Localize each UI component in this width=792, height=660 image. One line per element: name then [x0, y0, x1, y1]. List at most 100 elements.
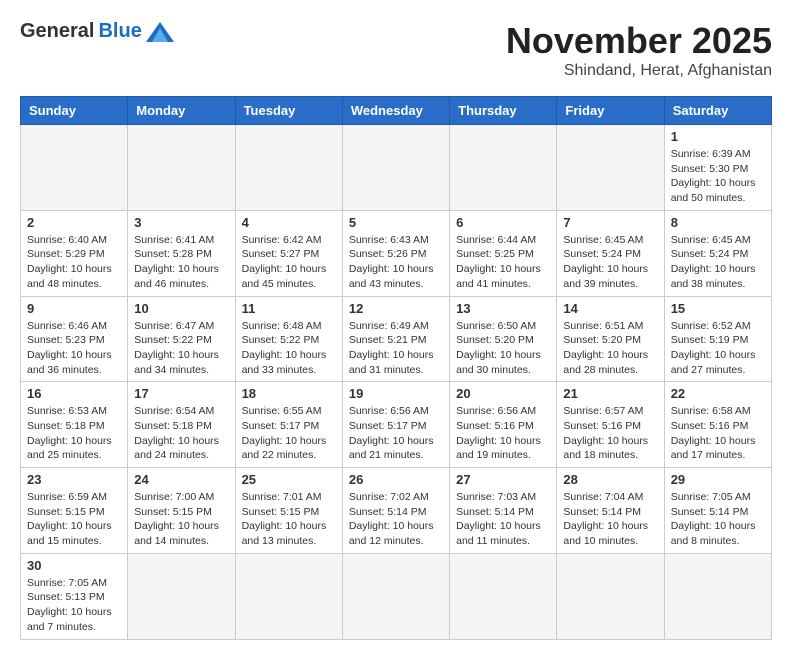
day-info: Sunrise: 7:01 AM Sunset: 5:15 PM Dayligh… [242, 490, 336, 549]
calendar-cell: 10 Sunrise: 6:47 AM Sunset: 5:22 PM Dayli… [128, 296, 235, 382]
day-info: Sunrise: 6:50 AM Sunset: 5:20 PM Dayligh… [456, 319, 550, 378]
day-number: 12 [349, 301, 443, 316]
day-info: Sunrise: 6:42 AM Sunset: 5:27 PM Dayligh… [242, 233, 336, 292]
calendar-cell [450, 553, 557, 639]
day-number: 26 [349, 472, 443, 487]
day-info: Sunrise: 7:05 AM Sunset: 5:14 PM Dayligh… [671, 490, 765, 549]
calendar-cell: 3 Sunrise: 6:41 AM Sunset: 5:28 PM Daylig… [128, 210, 235, 296]
title-block: November 2025 Shindand, Herat, Afghanist… [506, 20, 772, 80]
logo: General Blue [20, 20, 174, 43]
day-number: 24 [134, 472, 228, 487]
day-number: 9 [27, 301, 121, 316]
day-number: 15 [671, 301, 765, 316]
calendar-cell: 12Sunrise: 6:49 AM Sunset: 5:21 PM Dayli… [342, 296, 449, 382]
calendar-cell [21, 125, 128, 211]
calendar-cell: 1 Sunrise: 6:39 AM Sunset: 5:30 PM Daylig… [664, 125, 771, 211]
day-number: 8 [671, 215, 765, 230]
week-row-4: 16 Sunrise: 6:53 AM Sunset: 5:18 PM Dayli… [21, 382, 772, 468]
day-number: 6 [456, 215, 550, 230]
calendar-cell: 6 Sunrise: 6:44 AM Sunset: 5:25 PM Daylig… [450, 210, 557, 296]
calendar-table: SundayMondayTuesdayWednesdayThursdayFrid… [20, 96, 772, 640]
calendar-cell: 21Sunrise: 6:57 AM Sunset: 5:16 PM Dayli… [557, 382, 664, 468]
day-info: Sunrise: 6:51 AM Sunset: 5:20 PM Dayligh… [563, 319, 657, 378]
calendar-cell: 5Sunrise: 6:43 AM Sunset: 5:26 PM Daylig… [342, 210, 449, 296]
calendar-cell: 27 Sunrise: 7:03 AM Sunset: 5:14 PM Dayli… [450, 468, 557, 554]
day-info: Sunrise: 6:44 AM Sunset: 5:25 PM Dayligh… [456, 233, 550, 292]
day-number: 1 [671, 129, 765, 144]
day-header-sunday: Sunday [21, 97, 128, 125]
week-row-1: 1 Sunrise: 6:39 AM Sunset: 5:30 PM Daylig… [21, 125, 772, 211]
day-number: 3 [134, 215, 228, 230]
day-info: Sunrise: 6:46 AM Sunset: 5:23 PM Dayligh… [27, 319, 121, 378]
calendar-cell [342, 125, 449, 211]
day-info: Sunrise: 6:43 AM Sunset: 5:26 PM Dayligh… [349, 233, 443, 292]
calendar-cell: 4 Sunrise: 6:42 AM Sunset: 5:27 PM Daylig… [235, 210, 342, 296]
day-info: Sunrise: 6:52 AM Sunset: 5:19 PM Dayligh… [671, 319, 765, 378]
calendar-cell: 8 Sunrise: 6:45 AM Sunset: 5:24 PM Daylig… [664, 210, 771, 296]
calendar-cell: 2Sunrise: 6:40 AM Sunset: 5:29 PM Daylig… [21, 210, 128, 296]
day-number: 29 [671, 472, 765, 487]
day-info: Sunrise: 7:02 AM Sunset: 5:14 PM Dayligh… [349, 490, 443, 549]
calendar-cell [664, 553, 771, 639]
calendar-cell: 11 Sunrise: 6:48 AM Sunset: 5:22 PM Dayli… [235, 296, 342, 382]
day-info: Sunrise: 6:41 AM Sunset: 5:28 PM Dayligh… [134, 233, 228, 292]
day-number: 17 [134, 386, 228, 401]
calendar-cell: 19 Sunrise: 6:56 AM Sunset: 5:17 PM Dayli… [342, 382, 449, 468]
day-number: 16 [27, 386, 121, 401]
day-info: Sunrise: 6:53 AM Sunset: 5:18 PM Dayligh… [27, 404, 121, 463]
week-row-5: 23 Sunrise: 6:59 AM Sunset: 5:15 PM Dayli… [21, 468, 772, 554]
day-info: Sunrise: 6:57 AM Sunset: 5:16 PM Dayligh… [563, 404, 657, 463]
day-info: Sunrise: 6:39 AM Sunset: 5:30 PM Dayligh… [671, 147, 765, 206]
calendar-cell: 29 Sunrise: 7:05 AM Sunset: 5:14 PM Dayli… [664, 468, 771, 554]
calendar-cell: 17 Sunrise: 6:54 AM Sunset: 5:18 PM Dayli… [128, 382, 235, 468]
day-info: Sunrise: 6:56 AM Sunset: 5:17 PM Dayligh… [349, 404, 443, 463]
calendar-cell [342, 553, 449, 639]
calendar-cell: 13 Sunrise: 6:50 AM Sunset: 5:20 PM Dayli… [450, 296, 557, 382]
calendar-header-row: SundayMondayTuesdayWednesdayThursdayFrid… [21, 97, 772, 125]
week-row-6: 30Sunrise: 7:05 AM Sunset: 5:13 PM Dayli… [21, 553, 772, 639]
day-info: Sunrise: 6:45 AM Sunset: 5:24 PM Dayligh… [563, 233, 657, 292]
day-number: 4 [242, 215, 336, 230]
day-number: 18 [242, 386, 336, 401]
calendar-cell: 22Sunrise: 6:58 AM Sunset: 5:16 PM Dayli… [664, 382, 771, 468]
day-number: 11 [242, 301, 336, 316]
calendar-cell [235, 125, 342, 211]
day-info: Sunrise: 6:40 AM Sunset: 5:29 PM Dayligh… [27, 233, 121, 292]
calendar-cell: 20 Sunrise: 6:56 AM Sunset: 5:16 PM Dayli… [450, 382, 557, 468]
day-number: 30 [27, 558, 121, 573]
day-number: 14 [563, 301, 657, 316]
day-number: 28 [563, 472, 657, 487]
day-info: Sunrise: 7:03 AM Sunset: 5:14 PM Dayligh… [456, 490, 550, 549]
day-number: 25 [242, 472, 336, 487]
logo-blue-text: Blue [98, 20, 141, 43]
day-info: Sunrise: 6:45 AM Sunset: 5:24 PM Dayligh… [671, 233, 765, 292]
day-number: 27 [456, 472, 550, 487]
logo-icon [146, 22, 174, 42]
calendar-cell: 9 Sunrise: 6:46 AM Sunset: 5:23 PM Daylig… [21, 296, 128, 382]
calendar-cell: 26 Sunrise: 7:02 AM Sunset: 5:14 PM Dayli… [342, 468, 449, 554]
calendar-cell: 18 Sunrise: 6:55 AM Sunset: 5:17 PM Dayli… [235, 382, 342, 468]
day-info: Sunrise: 6:56 AM Sunset: 5:16 PM Dayligh… [456, 404, 550, 463]
day-info: Sunrise: 6:48 AM Sunset: 5:22 PM Dayligh… [242, 319, 336, 378]
week-row-3: 9 Sunrise: 6:46 AM Sunset: 5:23 PM Daylig… [21, 296, 772, 382]
day-header-wednesday: Wednesday [342, 97, 449, 125]
calendar-cell [128, 553, 235, 639]
day-number: 20 [456, 386, 550, 401]
calendar-cell: 14 Sunrise: 6:51 AM Sunset: 5:20 PM Dayli… [557, 296, 664, 382]
day-number: 23 [27, 472, 121, 487]
day-info: Sunrise: 6:55 AM Sunset: 5:17 PM Dayligh… [242, 404, 336, 463]
location-subtitle: Shindand, Herat, Afghanistan [506, 62, 772, 80]
page-header: General Blue November 2025 Shindand, Her… [20, 20, 772, 80]
day-number: 19 [349, 386, 443, 401]
day-info: Sunrise: 6:47 AM Sunset: 5:22 PM Dayligh… [134, 319, 228, 378]
day-number: 7 [563, 215, 657, 230]
day-info: Sunrise: 6:59 AM Sunset: 5:15 PM Dayligh… [27, 490, 121, 549]
day-header-saturday: Saturday [664, 97, 771, 125]
day-number: 10 [134, 301, 228, 316]
calendar-cell: 28 Sunrise: 7:04 AM Sunset: 5:14 PM Dayli… [557, 468, 664, 554]
day-info: Sunrise: 6:54 AM Sunset: 5:18 PM Dayligh… [134, 404, 228, 463]
calendar-cell [450, 125, 557, 211]
day-info: Sunrise: 7:04 AM Sunset: 5:14 PM Dayligh… [563, 490, 657, 549]
day-number: 13 [456, 301, 550, 316]
calendar-cell: 25 Sunrise: 7:01 AM Sunset: 5:15 PM Dayli… [235, 468, 342, 554]
